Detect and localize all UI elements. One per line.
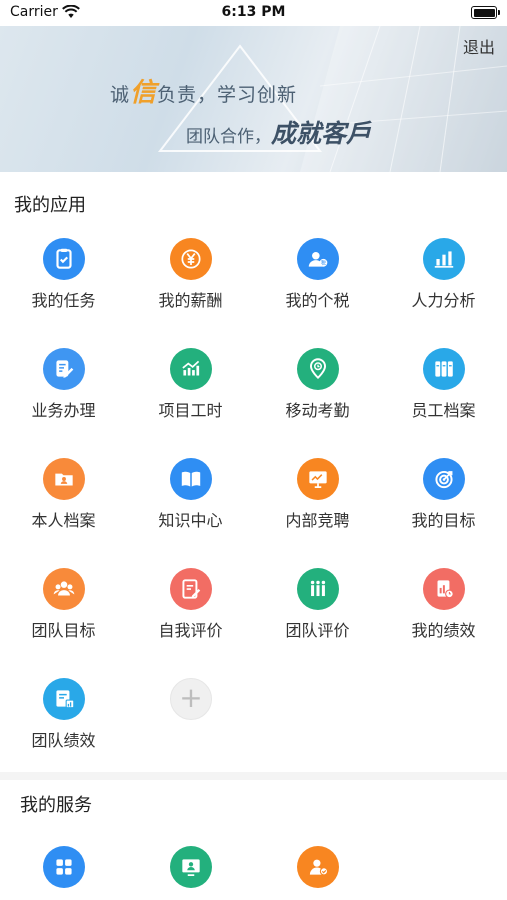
user-tax-icon: 税 — [297, 238, 339, 280]
bar-chart-icon — [423, 238, 465, 280]
clock-time: 6:13 PM — [221, 4, 286, 20]
app-item-label: 知识中心 — [158, 511, 223, 530]
app-item[interactable]: 人力分析 — [380, 228, 507, 318]
apps-grid-icon — [43, 846, 85, 888]
section-divider — [0, 772, 507, 780]
team-icon — [43, 568, 85, 610]
banner-slogan-line1: 诚信负责，学习创新 — [110, 78, 298, 108]
team-performance-icon — [43, 678, 85, 720]
personal-folder-icon — [43, 458, 85, 500]
app-item[interactable]: 我的薪酬 — [127, 228, 254, 318]
app-item-label: 团队绩效 — [31, 731, 96, 750]
target-icon — [423, 458, 465, 500]
app-item[interactable]: 自我评价 — [127, 558, 254, 648]
app-item-label: 我的目标 — [411, 511, 476, 530]
growth-chart-icon — [170, 348, 212, 390]
edit-document-icon — [43, 348, 85, 390]
service-item[interactable] — [254, 836, 381, 896]
clipboard-check-icon — [43, 238, 85, 280]
services-section-title: 我的服务 — [20, 795, 92, 816]
presentation-board-icon — [297, 458, 339, 500]
app-item-label: 我的任务 — [31, 291, 96, 310]
add-app-button[interactable]: + — [127, 668, 254, 728]
app-item[interactable]: 业务办理 — [0, 338, 127, 428]
plus-icon: + — [170, 678, 212, 720]
app-item-label: 团队评价 — [285, 621, 350, 640]
app-item[interactable]: 知识中心 — [127, 448, 254, 538]
open-book-icon — [170, 458, 212, 500]
app-item-label: 人力分析 — [411, 291, 476, 310]
svg-text:税: 税 — [321, 260, 326, 267]
yuan-icon — [170, 238, 212, 280]
app-item-label: 业务办理 — [31, 401, 96, 420]
app-item[interactable]: 本人档案 — [0, 448, 127, 538]
app-item[interactable]: 团队绩效 — [0, 668, 127, 758]
app-item[interactable]: 团队评价 — [254, 558, 381, 648]
app-item[interactable]: 我的任务 — [0, 228, 127, 318]
app-item[interactable]: 团队目标 — [0, 558, 127, 648]
app-item-label: 团队目标 — [31, 621, 96, 640]
apps-section-title: 我的应用 — [14, 195, 86, 216]
app-item-label: 员工档案 — [411, 401, 476, 420]
training-screen-icon — [170, 846, 212, 888]
performance-doc-icon — [423, 568, 465, 610]
logout-button[interactable]: 退出 — [463, 34, 495, 58]
service-item[interactable] — [127, 836, 254, 896]
app-item[interactable]: 税我的个税 — [254, 228, 381, 318]
team-evaluation-icon — [297, 568, 339, 610]
service-item[interactable] — [0, 836, 127, 896]
header-banner: 诚信负责，学习创新 团队合作，成就客戶 退出 — [0, 26, 507, 172]
binders-icon — [423, 348, 465, 390]
app-item-label: 自我评价 — [158, 621, 223, 640]
app-item-label: 我的个税 — [285, 291, 350, 310]
battery-icon — [471, 6, 500, 19]
pen-note-icon — [170, 568, 212, 610]
app-item[interactable]: 我的绩效 — [380, 558, 507, 648]
app-item[interactable]: 移动考勤 — [254, 338, 381, 428]
user-service-icon — [297, 846, 339, 888]
app-item-label: 内部竞聘 — [285, 511, 350, 530]
app-item[interactable]: 我的目标 — [380, 448, 507, 538]
banner-slogan-line2: 团队合作，成就客戶 — [186, 119, 372, 148]
location-clock-icon — [297, 348, 339, 390]
app-item-label: 我的薪酬 — [158, 291, 223, 310]
app-item[interactable]: 员工档案 — [380, 338, 507, 428]
status-bar: Carrier 6:13 PM — [0, 0, 507, 26]
app-item-label: 本人档案 — [31, 511, 96, 530]
app-item[interactable]: 内部竞聘 — [254, 448, 381, 538]
app-item-label: 项目工时 — [158, 401, 223, 420]
app-item-label: 我的绩效 — [411, 621, 476, 640]
app-item-label: 移动考勤 — [285, 401, 350, 420]
app-item[interactable]: 项目工时 — [127, 338, 254, 428]
